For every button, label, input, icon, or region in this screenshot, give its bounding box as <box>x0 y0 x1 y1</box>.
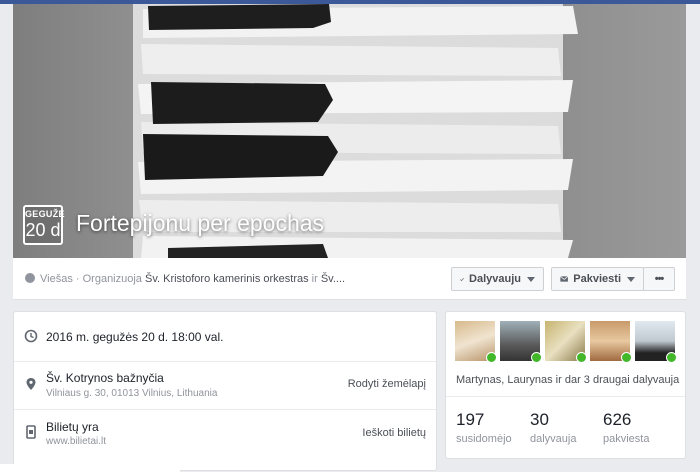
check-icon <box>621 352 632 363</box>
tickets-label: Bilietų yra <box>46 420 99 434</box>
event-title: Fortepijonu per epochas <box>76 210 325 236</box>
friend-avatar[interactable] <box>634 320 677 363</box>
envelope-icon <box>560 276 569 282</box>
interested-count: 197 <box>456 410 485 429</box>
more-icon: ••• <box>654 273 665 285</box>
event-info-bar: Viešas · Organizuoja Šv. Kristoforo kame… <box>13 258 686 300</box>
bottom-panel-edge <box>0 464 180 472</box>
invited-count: 626 <box>603 410 632 429</box>
more-options-button[interactable]: ••• <box>643 267 675 291</box>
find-tickets-link[interactable]: Ieškoti bilietų <box>362 427 426 439</box>
location-row[interactable]: Šv. Kotrynos bažnyčia Vilniaus g. 30, 01… <box>14 362 436 410</box>
tickets-row[interactable]: Bilietų yra www.bilietai.lt Ieškoti bili… <box>14 410 436 460</box>
divider <box>446 396 685 397</box>
interested-label: susidomėjo <box>456 433 512 445</box>
venue-name[interactable]: Šv. Kotrynos bažnyčia <box>46 371 164 385</box>
invited-label: pakviesta <box>603 433 650 445</box>
event-month: GEGUŽĖ <box>25 209 65 219</box>
organizer-link-2[interactable]: Šv.... <box>321 273 345 285</box>
show-map-link[interactable]: Rodyti žemėlapį <box>348 378 426 390</box>
friend-avatar[interactable] <box>544 320 587 363</box>
organizer-conj: ir <box>308 273 321 285</box>
going-button-label: Dalyvauju <box>469 273 521 285</box>
invite-button[interactable]: Pakviesti <box>551 267 644 291</box>
organizer-link-1[interactable]: Šv. Kristoforo kamerinis orkestras <box>145 273 309 285</box>
privacy-label: Viešas <box>40 273 73 285</box>
event-date-badge: GEGUŽĖ 20 d <box>23 205 65 245</box>
tickets-site[interactable]: www.bilietai.lt <box>46 436 106 447</box>
friend-avatar[interactable] <box>499 320 542 363</box>
clock-icon <box>24 329 38 343</box>
attend-conj: ir <box>552 374 565 386</box>
friend-names-link[interactable]: Martynas, Laurynas <box>456 374 553 386</box>
map-pin-icon <box>26 378 36 390</box>
check-icon <box>531 352 542 363</box>
venue-address: Vilniaus g. 30, 01013 Vilnius, Lithuania <box>46 388 218 399</box>
ticket-icon <box>26 425 36 439</box>
datetime-row: 2016 m. gegužės 20 d. 18:00 val. <box>14 312 436 362</box>
event-datetime: 2016 m. gegužės 20 d. 18:00 val. <box>46 330 224 344</box>
invite-button-label: Pakviesti <box>573 273 621 285</box>
going-label: dalyvauja <box>530 433 577 445</box>
attendance-panel: Martynas, Laurynas ir dar 3 draugai daly… <box>445 311 686 459</box>
meta-separator: · <box>72 273 83 285</box>
friends-attending-text: Martynas, Laurynas ir dar 3 draugai daly… <box>456 374 679 386</box>
stat-interested[interactable]: 197 susidomėjo <box>456 410 512 445</box>
check-icon <box>666 352 677 363</box>
friend-avatar[interactable] <box>454 320 497 363</box>
organizer-prefix: Organizuoja <box>82 273 145 285</box>
more-friends-link[interactable]: dar 3 draugai <box>565 374 630 386</box>
check-icon <box>460 277 464 281</box>
chevron-down-icon <box>527 276 535 282</box>
event-meta: Viešas · Organizuoja Šv. Kristoforo kame… <box>25 273 345 285</box>
attend-verb: dalyvauja <box>629 374 680 386</box>
going-count: 30 <box>530 410 549 429</box>
stat-invited[interactable]: 626 pakviesta <box>603 410 649 445</box>
friend-avatar[interactable] <box>589 320 632 363</box>
chevron-down-icon <box>627 276 635 282</box>
event-details-panel: 2016 m. gegužės 20 d. 18:00 val. Šv. Kot… <box>13 311 437 471</box>
check-icon <box>486 352 497 363</box>
event-day: 20 d <box>25 220 61 240</box>
stat-going[interactable]: 30 dalyvauja <box>530 410 576 445</box>
going-button[interactable]: Dalyvauju <box>451 267 544 291</box>
globe-icon <box>25 273 35 283</box>
check-icon <box>576 352 587 363</box>
event-cover-photo: GEGUŽĖ 20 d Fortepijonu per epochas <box>13 4 686 258</box>
